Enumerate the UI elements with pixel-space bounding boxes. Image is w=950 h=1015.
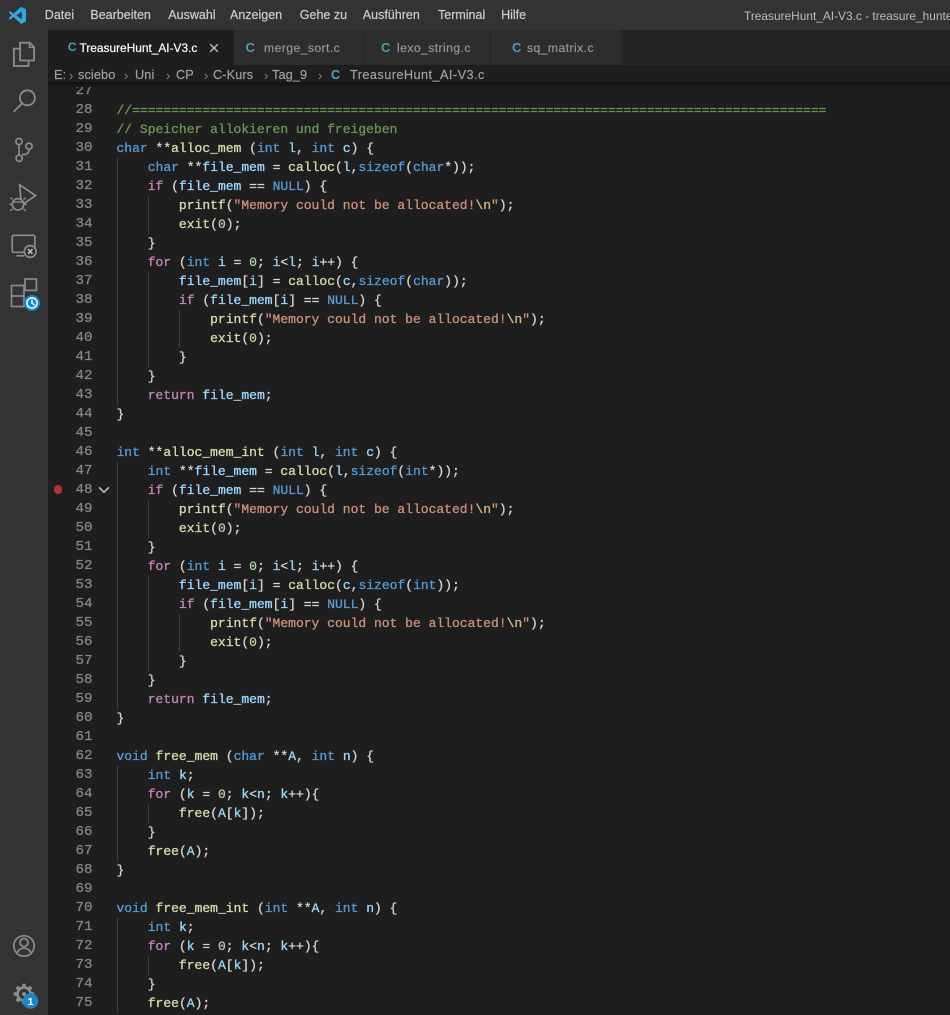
svg-text:1: 1 [28, 996, 34, 1008]
